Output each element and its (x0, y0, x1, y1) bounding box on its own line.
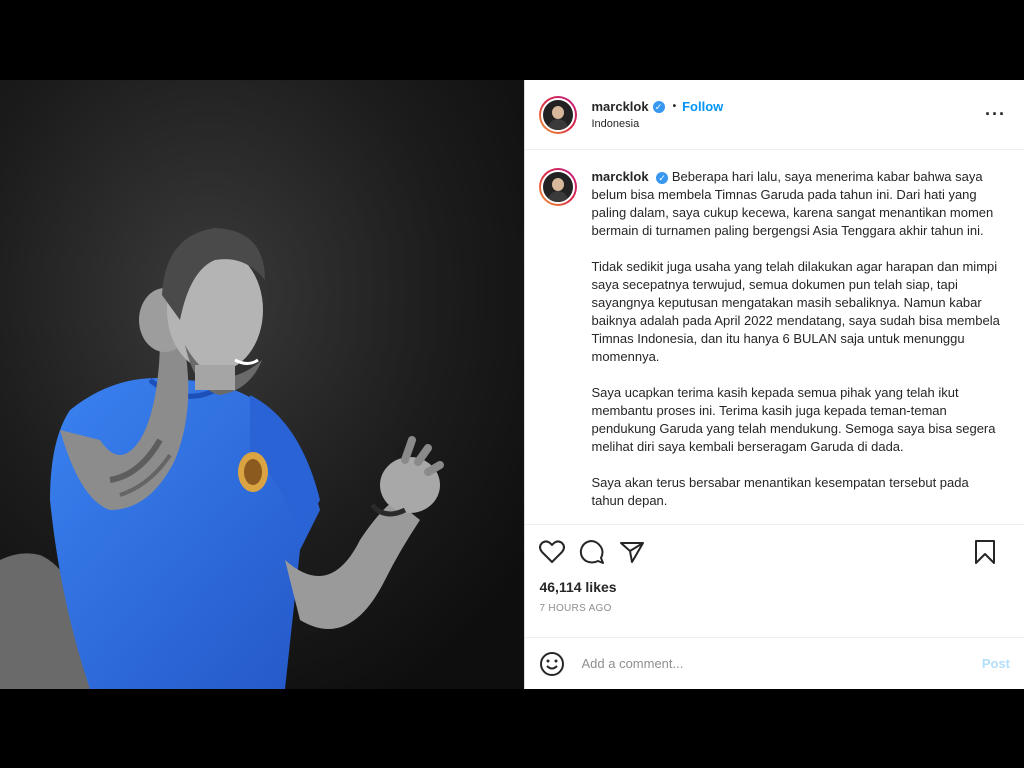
post-location[interactable]: Indonesia (591, 118, 981, 130)
heart-icon[interactable] (539, 540, 566, 564)
verified-badge-icon: ✓ (656, 172, 669, 184)
caption-paragraph-3: Saya ucapkan terima kasih kepada semua p… (591, 385, 996, 454)
caption-username[interactable]: marcklok (591, 169, 648, 184)
post-actions: 46,114 likes 7 HOURS AGO (525, 524, 1024, 637)
caption-paragraph-2: Tidak sedikit juga usaha yang telah dila… (591, 259, 1000, 364)
bookmark-icon[interactable] (974, 539, 996, 565)
caption-paragraph-1: Beberapa hari lalu, saya menerima kabar … (591, 169, 994, 238)
likes-count[interactable]: 46,114 likes (539, 579, 1010, 595)
caption-text: marcklok ✓ Beberapa hari lalu, saya mene… (591, 168, 1010, 524)
comment-bar: Post (525, 637, 1024, 689)
follow-button[interactable]: Follow (682, 99, 723, 114)
caption-avatar[interactable] (539, 168, 578, 206)
comment-input[interactable] (579, 655, 982, 672)
instagram-post: marcklok ✓ • Follow Indonesia ··· marckl… (0, 80, 1024, 689)
header-separator: • (672, 101, 677, 112)
footballer-photo (0, 80, 525, 689)
header-username[interactable]: marcklok (591, 99, 648, 114)
caption-section: marcklok ✓ Beberapa hari lalu, saya mene… (525, 150, 1024, 524)
post-timestamp[interactable]: 7 HOURS AGO (539, 603, 1010, 614)
post-comment-button[interactable]: Post (982, 656, 1010, 671)
caption-paragraph-4: Saya akan terus bersabar menantikan kese… (591, 475, 969, 508)
comment-icon[interactable] (579, 539, 605, 565)
post-photo[interactable] (0, 80, 525, 689)
profile-avatar[interactable] (539, 95, 578, 134)
share-icon[interactable] (619, 540, 645, 564)
post-header: marcklok ✓ • Follow Indonesia ··· (525, 80, 1024, 150)
more-options-icon[interactable]: ··· (981, 104, 1010, 125)
emoji-icon[interactable] (539, 651, 565, 677)
verified-badge-icon: ✓ (652, 100, 665, 113)
post-details-panel: marcklok ✓ • Follow Indonesia ··· marckl… (524, 80, 1024, 689)
